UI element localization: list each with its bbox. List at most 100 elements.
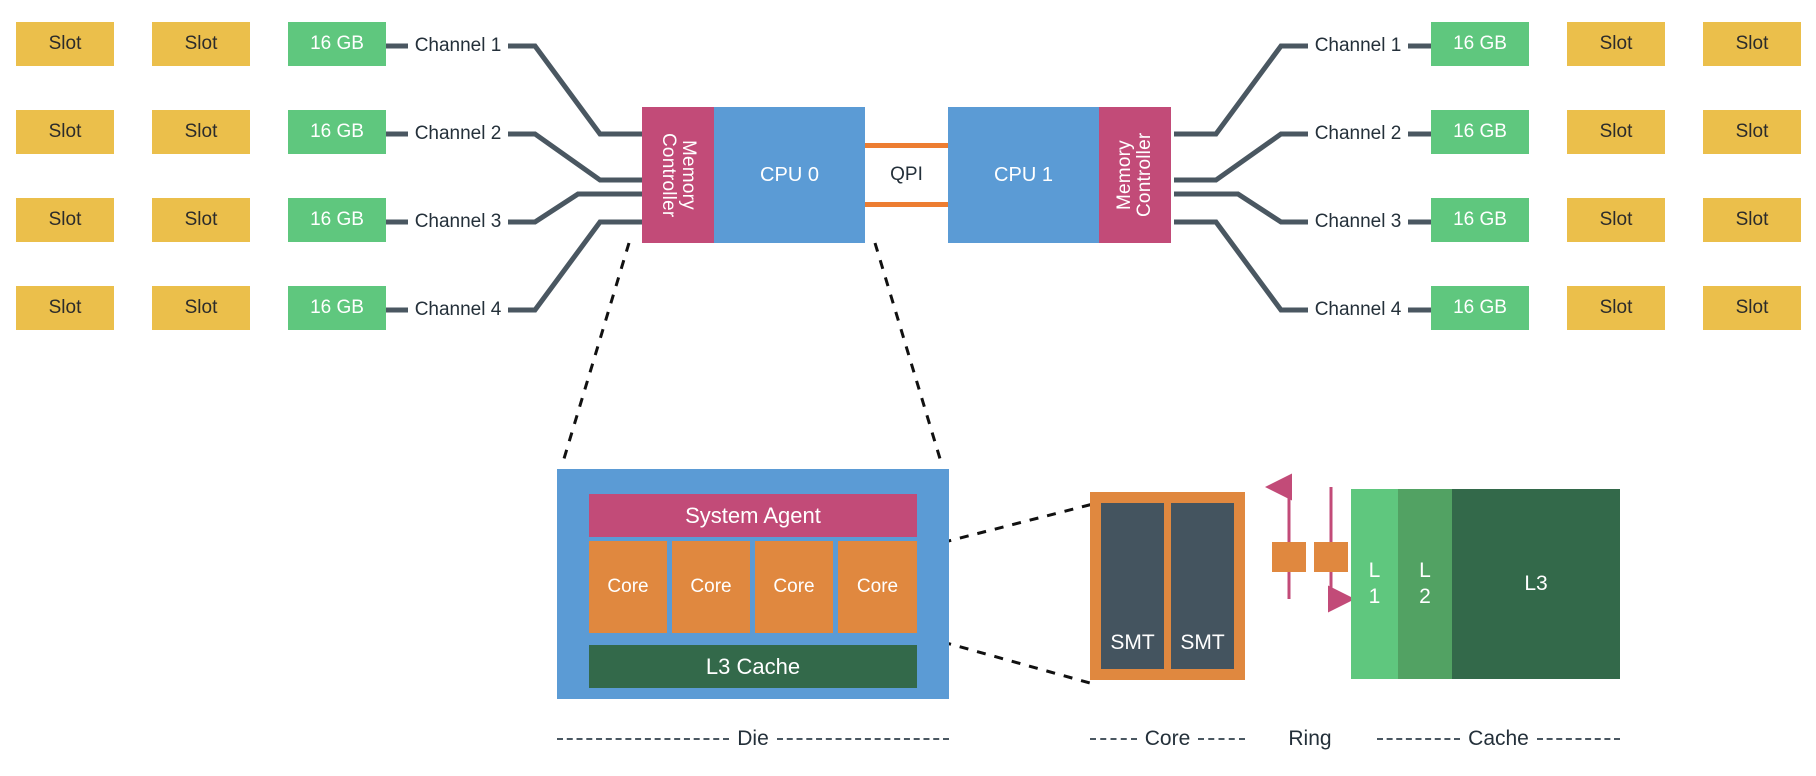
smt-label: SMT xyxy=(1110,631,1155,654)
slot-label: Slot xyxy=(1735,121,1769,143)
dimm-right-r4[interactable]: 16 GB xyxy=(1431,286,1529,330)
slot-right-c1-r4[interactable]: Slot xyxy=(1567,286,1665,330)
memory-controller-label: Memory Controller xyxy=(658,132,699,218)
die-core-2[interactable]: Core xyxy=(672,541,750,633)
l3-cache-label: L3 Cache xyxy=(705,653,801,679)
slot-left-c1-r4[interactable]: Slot xyxy=(16,286,114,330)
smt-thread-1[interactable]: SMT xyxy=(1101,503,1164,669)
cpu1-socket[interactable]: CPU 1 xyxy=(948,107,1099,243)
core-label: Core xyxy=(607,576,649,598)
channel-label-left-1: Channel 1 xyxy=(414,35,502,56)
channel-label-right-2: Channel 2 xyxy=(1314,123,1402,144)
slot-label: Slot xyxy=(184,121,218,143)
dimm-label: 16 GB xyxy=(310,121,364,143)
caption-dash-right xyxy=(1198,738,1245,740)
core-label: Core xyxy=(690,576,732,598)
dimm-label: 16 GB xyxy=(310,297,364,319)
caption-cache: Cache xyxy=(1377,724,1621,754)
dimm-left-r3[interactable]: 16 GB xyxy=(288,198,386,242)
slot-label: Slot xyxy=(1599,33,1633,55)
cache-l2-label: L 2 xyxy=(1419,559,1431,608)
diagram-canvas: Slot Slot Slot Slot Slot Slot Slot Slot … xyxy=(0,0,1816,776)
slot-right-c2-r3[interactable]: Slot xyxy=(1703,198,1801,242)
dimm-label: 16 GB xyxy=(310,209,364,231)
slot-right-c1-r2[interactable]: Slot xyxy=(1567,110,1665,154)
dimm-right-r3[interactable]: 16 GB xyxy=(1431,198,1529,242)
dimm-label: 16 GB xyxy=(1453,297,1507,319)
dimm-left-r4[interactable]: 16 GB xyxy=(288,286,386,330)
cpu1-label: CPU 1 xyxy=(994,163,1053,186)
smt-label: SMT xyxy=(1180,631,1225,654)
caption-dash-left xyxy=(1377,738,1461,740)
slot-label: Slot xyxy=(1599,121,1633,143)
channel-label-left-2: Channel 2 xyxy=(414,123,502,144)
qpi-bar-top xyxy=(865,143,948,148)
cache-l1-label: L 1 xyxy=(1368,559,1381,608)
slot-label: Slot xyxy=(48,33,82,55)
qpi-label: QPI xyxy=(890,164,923,185)
caption-ring-text: Ring xyxy=(1288,727,1332,750)
slot-label: Slot xyxy=(184,297,218,319)
die-core-4[interactable]: Core xyxy=(838,541,917,633)
slot-right-c2-r2[interactable]: Slot xyxy=(1703,110,1801,154)
slot-left-c2-r3[interactable]: Slot xyxy=(152,198,250,242)
slot-label: Slot xyxy=(1599,297,1633,319)
core-label: Core xyxy=(773,576,815,598)
slot-left-c1-r1[interactable]: Slot xyxy=(16,22,114,66)
slot-label: Slot xyxy=(184,209,218,231)
slot-label: Slot xyxy=(1735,33,1769,55)
channel-label-right-4: Channel 4 xyxy=(1314,299,1402,320)
slot-label: Slot xyxy=(48,297,82,319)
die-core-3[interactable]: Core xyxy=(755,541,833,633)
slot-label: Slot xyxy=(48,209,82,231)
slot-left-c2-r4[interactable]: Slot xyxy=(152,286,250,330)
dimm-left-r1[interactable]: 16 GB xyxy=(288,22,386,66)
channel-label-right-3: Channel 3 xyxy=(1314,211,1402,232)
slot-label: Slot xyxy=(1735,297,1769,319)
ring-stop-right xyxy=(1314,542,1348,572)
caption-cache-text: Cache xyxy=(1468,727,1529,750)
dimm-left-r2[interactable]: 16 GB xyxy=(288,110,386,154)
slot-left-c2-r2[interactable]: Slot xyxy=(152,110,250,154)
slot-label: Slot xyxy=(48,121,82,143)
caption-core: Core xyxy=(1090,724,1245,754)
system-agent-label: System Agent xyxy=(685,502,821,528)
die-l3-cache-block[interactable]: L3 Cache xyxy=(589,645,917,688)
cache-l3-label: L3 xyxy=(1524,572,1548,596)
dimm-label: 16 GB xyxy=(1453,33,1507,55)
ring-stop-left xyxy=(1272,542,1306,572)
slot-label: Slot xyxy=(1735,209,1769,231)
memory-controller-cpu1[interactable]: Memory Controller xyxy=(1099,107,1171,243)
cpu0-socket[interactable]: CPU 0 xyxy=(714,107,865,243)
system-agent-block[interactable]: System Agent xyxy=(589,494,917,537)
dimm-label: 16 GB xyxy=(1453,209,1507,231)
dimm-right-r1[interactable]: 16 GB xyxy=(1431,22,1529,66)
slot-right-c2-r1[interactable]: Slot xyxy=(1703,22,1801,66)
dimm-label: 16 GB xyxy=(1453,121,1507,143)
caption-die: Die xyxy=(557,724,950,754)
slot-left-c1-r3[interactable]: Slot xyxy=(16,198,114,242)
caption-dash-left xyxy=(1090,738,1137,740)
memory-controller-cpu0[interactable]: Memory Controller xyxy=(642,107,714,243)
slot-left-c2-r1[interactable]: Slot xyxy=(152,22,250,66)
caption-core-text: Core xyxy=(1144,727,1191,750)
dimm-right-r2[interactable]: 16 GB xyxy=(1431,110,1529,154)
slot-label: Slot xyxy=(1599,209,1633,231)
slot-left-c1-r2[interactable]: Slot xyxy=(16,110,114,154)
memory-controller-label: Memory Controller xyxy=(1114,132,1155,218)
caption-die-text: Die xyxy=(737,727,769,750)
dimm-label: 16 GB xyxy=(310,33,364,55)
smt-thread-2[interactable]: SMT xyxy=(1171,503,1234,669)
channel-label-left-4: Channel 4 xyxy=(414,299,502,320)
cpu0-label: CPU 0 xyxy=(760,163,819,186)
slot-right-c1-r1[interactable]: Slot xyxy=(1567,22,1665,66)
slot-label: Slot xyxy=(184,33,218,55)
qpi-bar-bottom xyxy=(865,202,948,207)
slot-right-c2-r4[interactable]: Slot xyxy=(1703,286,1801,330)
caption-ring: Ring xyxy=(1258,724,1362,754)
caption-dash-right xyxy=(1536,738,1621,740)
die-core-1[interactable]: Core xyxy=(589,541,667,633)
slot-right-c1-r3[interactable]: Slot xyxy=(1567,198,1665,242)
channel-label-right-1: Channel 1 xyxy=(1314,35,1402,56)
core-label: Core xyxy=(856,576,899,598)
